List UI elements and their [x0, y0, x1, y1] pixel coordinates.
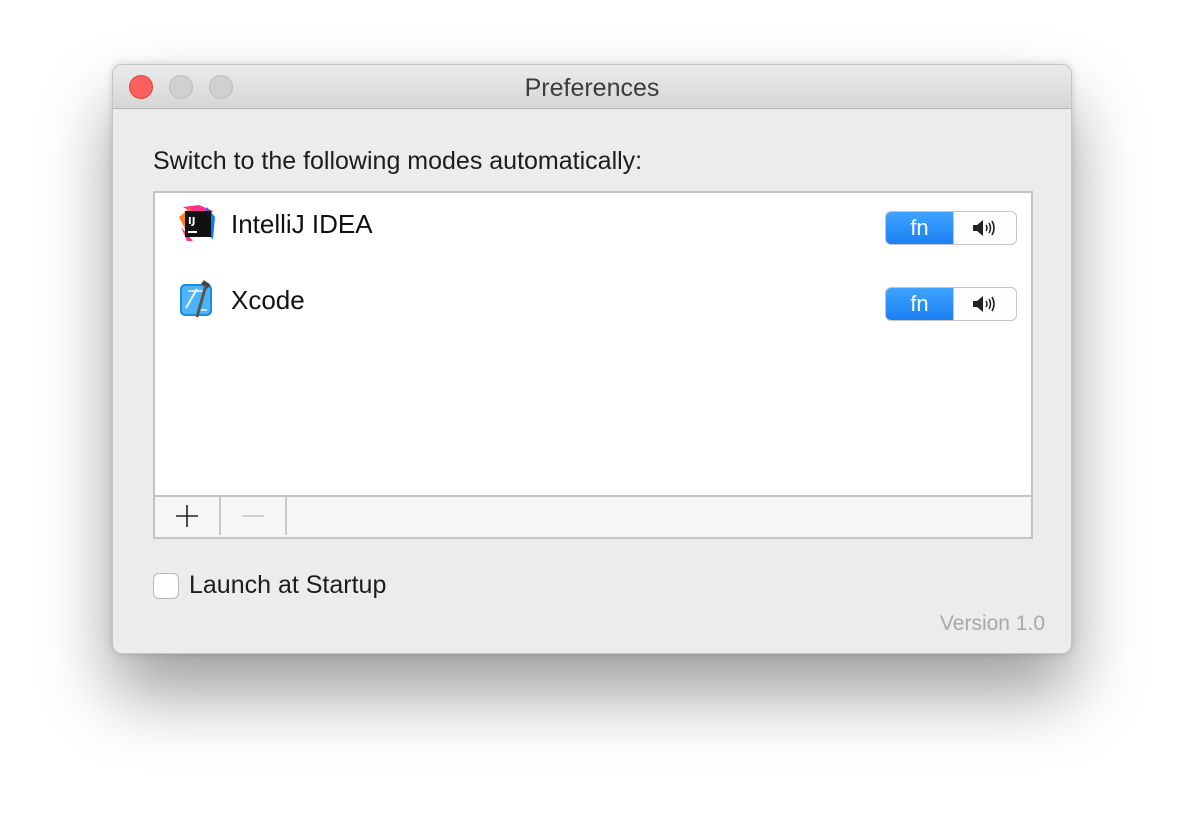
fn-mode-segment[interactable]: fn: [886, 212, 953, 244]
launch-at-startup-option[interactable]: Launch at Startup: [153, 571, 386, 600]
app-list: IJ IntelliJ IDEA fn Xcode fn: [153, 191, 1033, 539]
section-heading: Switch to the following modes automatica…: [153, 147, 643, 175]
mode-segmented-control[interactable]: fn: [885, 211, 1017, 245]
list-item[interactable]: Xcode fn: [155, 269, 1031, 329]
list-item[interactable]: IJ IntelliJ IDEA fn: [155, 193, 1031, 253]
xcode-icon: [180, 280, 212, 318]
speaker-icon: [973, 220, 995, 236]
speaker-icon: [973, 296, 995, 312]
version-label: Version 1.0: [939, 612, 1045, 635]
intellij-idea-icon: IJ: [179, 205, 215, 241]
remove-app-button[interactable]: [221, 497, 287, 535]
svg-text:IJ: IJ: [188, 216, 195, 227]
launch-at-startup-label[interactable]: Launch at Startup: [189, 571, 386, 600]
speaker-mode-segment[interactable]: [953, 212, 1016, 244]
add-app-button[interactable]: [155, 497, 221, 535]
speaker-mode-segment[interactable]: [953, 288, 1016, 320]
fn-mode-segment[interactable]: fn: [886, 288, 953, 320]
launch-at-startup-checkbox[interactable]: [153, 572, 179, 599]
list-toolbar: [155, 495, 1031, 537]
plus-icon: [176, 505, 198, 527]
app-name: IntelliJ IDEA: [231, 209, 373, 239]
title-bar[interactable]: Preferences: [113, 65, 1071, 109]
mode-segmented-control[interactable]: fn: [885, 287, 1017, 321]
app-name: Xcode: [231, 285, 305, 315]
minus-icon: [242, 515, 264, 517]
preferences-window: Preferences Switch to the following mode…: [112, 64, 1072, 654]
window-title: Preferences: [524, 74, 660, 102]
